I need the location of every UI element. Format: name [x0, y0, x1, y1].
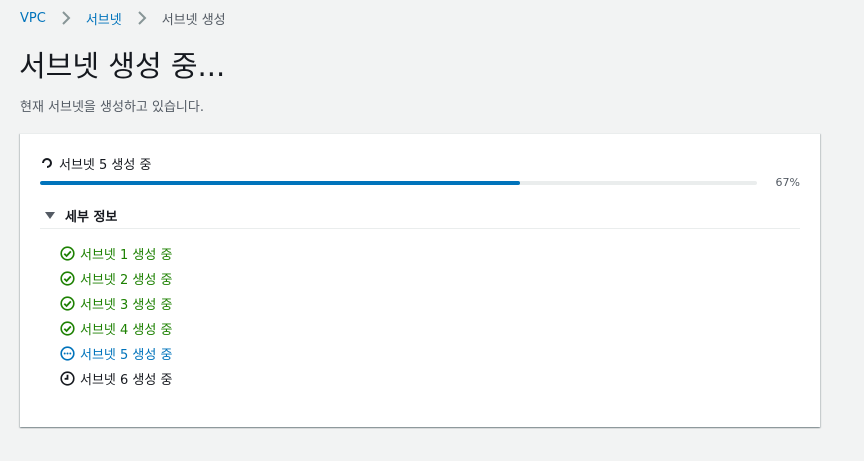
- step-label: 서브넷 4 생성 중: [80, 323, 173, 338]
- clock-icon: [60, 371, 75, 386]
- progress-percent: 67%: [775, 176, 800, 189]
- check-circle-icon: [60, 271, 75, 286]
- check-circle-icon: [60, 296, 75, 311]
- progress-status-text: 서브넷 5 생성 중: [59, 157, 152, 173]
- step-item: 서브넷 3 생성 중: [60, 291, 172, 316]
- page-title: 서브넷 생성 중...: [19, 49, 226, 83]
- step-label: 서브넷 5 생성 중: [80, 348, 173, 363]
- chevron-right-icon: [137, 11, 147, 25]
- progress-panel: 서브넷 5 생성 중 67% 세부 정보 서브넷 1 생성 중서브넷 2 생성 …: [20, 133, 820, 427]
- ellipsis-circle-icon: [60, 346, 75, 361]
- progress-status: 서브넷 5 생성 중: [41, 153, 151, 173]
- step-item: 서브넷 1 생성 중: [60, 241, 172, 266]
- breadcrumb-subnets-link[interactable]: 서브넷: [86, 9, 122, 28]
- step-item: 서브넷 4 생성 중: [60, 316, 172, 341]
- step-label: 서브넷 1 생성 중: [80, 248, 173, 263]
- details-step-list: 서브넷 1 생성 중서브넷 2 생성 중서브넷 3 생성 중서브넷 4 생성 중…: [60, 241, 172, 391]
- step-item: 서브넷 2 생성 중: [60, 266, 172, 291]
- step-item: 서브넷 5 생성 중: [60, 341, 172, 366]
- breadcrumb: VPC 서브넷 서브넷 생성: [20, 8, 226, 28]
- page-description: 현재 서브넷을 생성하고 있습니다.: [20, 100, 204, 115]
- details-toggle[interactable]: 세부 정보: [40, 202, 800, 229]
- step-label: 서브넷 6 생성 중: [80, 373, 173, 388]
- progress-bar: [40, 181, 757, 185]
- caret-down-icon: [45, 212, 55, 219]
- step-label: 서브넷 2 생성 중: [80, 273, 173, 288]
- step-item: 서브넷 6 생성 중: [60, 366, 172, 391]
- breadcrumb-vpc-link[interactable]: VPC: [20, 11, 46, 26]
- chevron-right-icon: [62, 11, 71, 25]
- progress-bar-fill: [40, 181, 521, 185]
- check-circle-icon: [60, 246, 75, 261]
- step-label: 서브넷 3 생성 중: [80, 298, 173, 313]
- breadcrumb-current: 서브넷 생성: [161, 12, 226, 28]
- check-circle-icon: [60, 321, 75, 336]
- details-title: 세부 정보: [65, 209, 118, 225]
- spinner-icon: [42, 158, 52, 168]
